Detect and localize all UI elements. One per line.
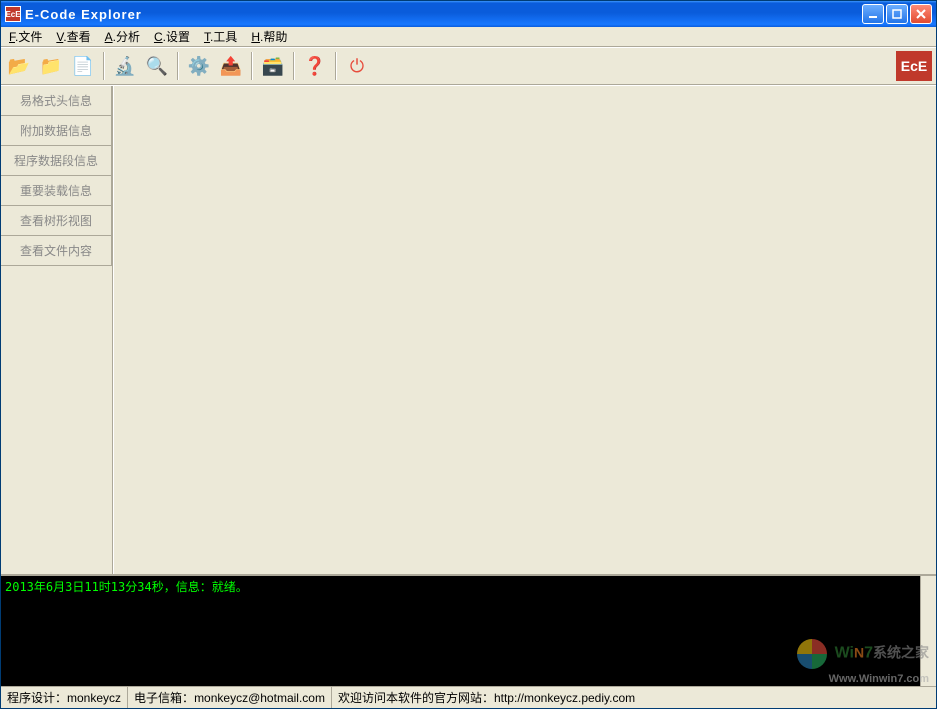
power-button[interactable]: ⏻ bbox=[343, 52, 371, 80]
binary-icon: 🔍 bbox=[146, 56, 168, 77]
toolbar-separator bbox=[103, 52, 105, 80]
side-tab-2[interactable]: 程序数据段信息 bbox=[1, 146, 112, 176]
folder-button[interactable]: 📁 bbox=[37, 52, 65, 80]
window-controls bbox=[862, 4, 932, 24]
close-button[interactable] bbox=[910, 4, 932, 24]
toolbar-separator bbox=[251, 52, 253, 80]
menu-t[interactable]: T.工具 bbox=[200, 27, 241, 46]
settings-button[interactable]: ⚙️ bbox=[185, 52, 213, 80]
package-button[interactable]: 🗃️ bbox=[259, 52, 287, 80]
menu-f[interactable]: F.文件 bbox=[5, 27, 46, 46]
statusbar: 程序设计： monkeycz 电子信箱： monkeycz@hotmail.co… bbox=[1, 686, 936, 708]
folder-icon: 📁 bbox=[40, 56, 62, 77]
side-tab-3[interactable]: 重要装载信息 bbox=[1, 176, 112, 206]
console: 2013年6月3日11时13分34秒，信息：就绪。 bbox=[1, 574, 936, 686]
toolbar-separator bbox=[177, 52, 179, 80]
settings-icon: ⚙️ bbox=[188, 56, 210, 77]
toolbar-separator bbox=[335, 52, 337, 80]
side-tab-1[interactable]: 附加数据信息 bbox=[1, 116, 112, 146]
minimize-icon bbox=[868, 9, 878, 19]
app-icon: EcE bbox=[5, 6, 21, 22]
console-line: 2013年6月3日11时13分34秒，信息：就绪。 bbox=[5, 580, 248, 594]
status-designer: 程序设计： monkeycz bbox=[1, 687, 128, 708]
binary-button[interactable]: 🔍 bbox=[143, 52, 171, 80]
document-button[interactable]: 📄 bbox=[69, 52, 97, 80]
close-icon bbox=[916, 9, 926, 19]
status-designer-value: monkeycz bbox=[67, 691, 121, 705]
content-pane bbox=[113, 86, 936, 574]
status-designer-label: 程序设计： bbox=[7, 689, 67, 706]
menubar: F.文件 V.查看 A.分析 C.设置 T.工具 H.帮助 bbox=[1, 27, 936, 47]
window-title: E-Code Explorer bbox=[25, 7, 862, 22]
open-file-icon: 📂 bbox=[8, 56, 30, 77]
status-email-label: 电子信箱： bbox=[134, 689, 194, 706]
app-window: EcE E-Code Explorer F.文件 V.查看 A.分析 C.设置 T.工具… bbox=[0, 0, 937, 709]
status-email: 电子信箱： monkeycz@hotmail.com bbox=[128, 687, 332, 708]
maximize-button[interactable] bbox=[886, 4, 908, 24]
side-tab-5[interactable]: 查看文件内容 bbox=[1, 236, 112, 266]
side-tabs: 易格式头信息附加数据信息程序数据段信息重要装载信息查看树形视图查看文件内容 bbox=[1, 86, 113, 574]
export-button[interactable]: 📤 bbox=[217, 52, 245, 80]
content-empty bbox=[114, 86, 936, 574]
menu-c[interactable]: C.设置 bbox=[150, 27, 194, 46]
titlebar: EcE E-Code Explorer bbox=[1, 1, 936, 27]
status-website-value: http://monkeycz.pediy.com bbox=[494, 691, 635, 705]
status-email-value: monkeycz@hotmail.com bbox=[194, 691, 325, 705]
analyze-icon: 🔬 bbox=[114, 56, 136, 77]
help-icon: ❓ bbox=[304, 56, 326, 77]
toolbar: 📂 📁 📄 🔬 🔍 ⚙️ 📤 🗃️ ❓ ⏻ EcE bbox=[1, 47, 936, 85]
help-button[interactable]: ❓ bbox=[301, 52, 329, 80]
menu-h[interactable]: H.帮助 bbox=[247, 27, 291, 46]
side-tab-0[interactable]: 易格式头信息 bbox=[1, 86, 112, 116]
status-website: 欢迎访问本软件的官方网站： http://monkeycz.pediy.com bbox=[332, 687, 936, 708]
open-file-button[interactable]: 📂 bbox=[5, 52, 33, 80]
brand-logo: EcE bbox=[896, 51, 932, 81]
console-scrollbar[interactable] bbox=[920, 576, 936, 686]
analyze-button[interactable]: 🔬 bbox=[111, 52, 139, 80]
main-area: 易格式头信息附加数据信息程序数据段信息重要装载信息查看树形视图查看文件内容 bbox=[1, 85, 936, 574]
minimize-button[interactable] bbox=[862, 4, 884, 24]
power-icon: ⏻ bbox=[350, 56, 364, 77]
status-website-label: 欢迎访问本软件的官方网站： bbox=[338, 689, 494, 706]
side-tab-4[interactable]: 查看树形视图 bbox=[1, 206, 112, 236]
menu-a[interactable]: A.分析 bbox=[101, 27, 144, 46]
export-icon: 📤 bbox=[220, 56, 242, 77]
menu-v[interactable]: V.查看 bbox=[52, 27, 94, 46]
document-icon: 📄 bbox=[72, 56, 94, 77]
maximize-icon bbox=[892, 9, 902, 19]
package-icon: 🗃️ bbox=[262, 56, 284, 77]
toolbar-separator bbox=[293, 52, 295, 80]
